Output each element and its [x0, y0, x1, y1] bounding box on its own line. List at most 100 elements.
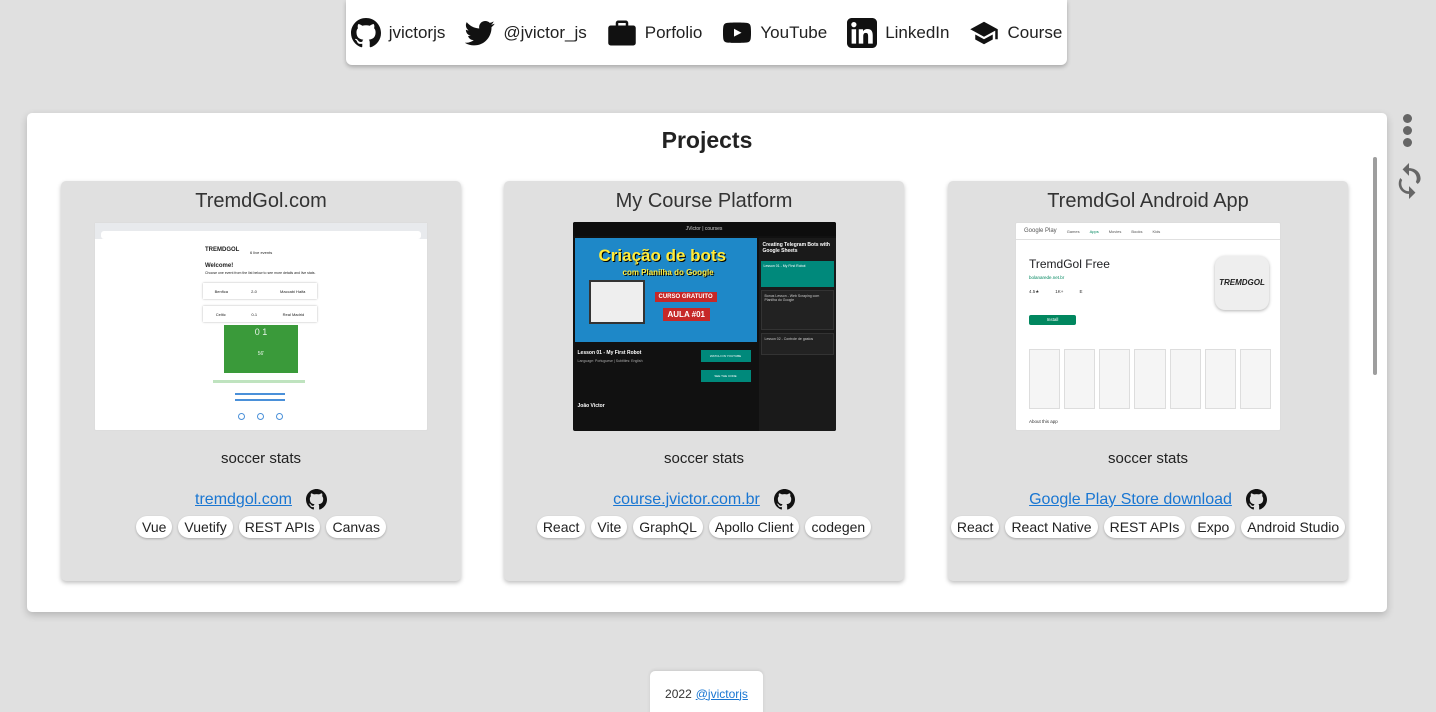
github-icon[interactable]	[773, 489, 795, 510]
thumb-app-stats: 4.5★ 1K+ E	[1029, 289, 1082, 295]
project-screenshot[interactable]: TREMDGOL 6 live events Welcome! Choose o…	[94, 222, 428, 431]
project-card-android-app: TremdGol Android App Google Play Games A…	[948, 181, 1348, 581]
nav-label: jvictorjs	[388, 22, 446, 42]
project-links: Google Play Store download	[948, 489, 1348, 510]
thumb-code-button: SEE THE CODE	[700, 370, 751, 382]
nav-link-youtube[interactable]: YouTube	[722, 18, 827, 48]
browser-addressbar	[101, 231, 421, 239]
thumb-home-team: Celtic	[215, 311, 226, 317]
more-options-icon[interactable]	[1403, 114, 1413, 148]
thumb-install-button: Install	[1029, 315, 1076, 325]
nav-label: @jvictor_js	[503, 22, 587, 42]
thumb-match-row: Celtic 0-1 Real Madrid	[203, 306, 317, 322]
github-icon	[350, 17, 381, 47]
projects-section: Projects TremdGol.com TREMDGOL 6 live ev…	[27, 113, 1387, 612]
tech-chip: Vite	[591, 516, 628, 538]
thumb-banner-line1: Criação de bots	[598, 246, 727, 265]
github-icon[interactable]	[1245, 489, 1267, 510]
thumb-welcome: Welcome!	[205, 263, 234, 269]
browser-scrollbar	[427, 241, 428, 371]
scrollbar[interactable]	[1373, 157, 1377, 375]
thumb-home-team: Benfica	[214, 288, 228, 294]
thumb-youtube-button: WATCH ON YOUTUBE	[700, 350, 751, 362]
project-site-link[interactable]: tremdgol.com	[195, 491, 292, 509]
thumb-screenshots-strip	[1029, 349, 1271, 409]
graduation-cap-icon	[970, 21, 999, 44]
nav-link-linkedin[interactable]: LinkedIn	[847, 17, 950, 48]
footer-year: 2022	[665, 686, 692, 701]
project-description: soccer stats	[1107, 450, 1189, 467]
thumb-pitch: 0 1 56'	[223, 324, 299, 374]
thumb-badge1: CURSO GRATUITO	[654, 292, 717, 302]
github-icon[interactable]	[305, 489, 327, 510]
tech-chip: Vue	[136, 516, 173, 538]
project-links: course.jvictor.com.br	[504, 489, 904, 510]
tech-chip: Expo	[1191, 516, 1236, 538]
thumb-score: 0-1	[251, 311, 258, 317]
thumb-events-label: 6 live events	[250, 250, 273, 255]
tech-chip: React	[950, 516, 1000, 538]
thumb-banner-line2: com Planilha do Google	[622, 268, 714, 277]
thumb-sidebar-lesson: Lesson 02 - Controle de gastos	[760, 333, 834, 355]
project-description: soccer stats	[220, 450, 302, 467]
thumb-store-name: Google Play	[1024, 228, 1057, 234]
project-card-course-platform: My Course Platform JVictor | courses Cri…	[504, 181, 904, 581]
project-site-link[interactable]: course.jvictor.com.br	[613, 491, 760, 509]
footer-handle-link[interactable]: @jvictorjs	[696, 687, 748, 701]
thumb-store-tab: Books	[1131, 228, 1143, 234]
top-nav: jvictorjs @jvictor_js Porfolio YouTube L…	[346, 0, 1067, 65]
thumb-app-logo: TREMDGOL	[1215, 256, 1269, 310]
project-title: TremdGol Android App	[1047, 190, 1249, 212]
footer: 2022 @jvictorjs	[650, 671, 763, 712]
thumb-minute: 56'	[257, 351, 265, 357]
thumb-stat-bar	[213, 380, 305, 383]
thumb-author: João Victor	[577, 403, 605, 409]
thumb-subtitle: Choose one event from the list below to …	[205, 271, 316, 275]
thumb-pitch-score: 0 1	[254, 327, 268, 337]
tech-chips: React React Native REST APIs Expo Androi…	[948, 516, 1348, 538]
sync-icon[interactable]	[1393, 163, 1425, 199]
thumb-lesson-title: Lesson 01 - My First Robot	[577, 350, 642, 356]
thumb-lesson-meta: Language: Portuguese | Subtitles: Englis…	[577, 359, 643, 363]
section-title: Projects	[661, 127, 753, 153]
project-title: My Course Platform	[615, 190, 793, 212]
thumb-video-banner: Criação de bots com Planilha do Google C…	[574, 238, 757, 342]
project-card-tremdgol-web: TremdGol.com TREMDGOL 6 live events Welc…	[61, 181, 461, 581]
thumb-match-row: Benfica 2-0 Maccabi Haifa	[203, 283, 317, 299]
tech-chip: REST APIs	[238, 516, 321, 538]
thumb-sidebar-lesson: Lesson 01 - My First Robot	[760, 261, 834, 287]
thumb-app-name: TremdGol Free	[1029, 257, 1110, 271]
thumb-stat-bar	[235, 393, 285, 395]
project-screenshot[interactable]: Google Play Games Apps Movies Books Kids…	[1015, 222, 1281, 431]
tech-chip: Android Studio	[1241, 516, 1346, 538]
tech-chip: codegen	[805, 516, 872, 538]
nav-label: LinkedIn	[885, 22, 950, 42]
tech-chip: Apollo Client	[708, 516, 800, 538]
thumb-sidebar: Creating Telegram Bots with Google Sheet…	[758, 238, 836, 431]
project-screenshot[interactable]: JVictor | courses Criação de bots com Pl…	[572, 222, 836, 431]
thumb-brand: JVictor | courses	[572, 222, 836, 236]
nav-link-portfolio[interactable]: Porfolio	[607, 18, 703, 48]
nav-label: Porfolio	[644, 22, 703, 42]
thumb-score: 2-0	[251, 288, 257, 294]
thumb-away-team: Maccabi Haifa	[280, 288, 306, 294]
thumb-about: About this app	[1029, 419, 1058, 424]
youtube-icon	[723, 22, 752, 43]
nav-label: YouTube	[760, 22, 828, 42]
linkedin-icon	[847, 17, 878, 48]
nav-link-twitter[interactable]: @jvictor_js	[465, 18, 587, 48]
thumb-stat: 1K+	[1055, 289, 1064, 294]
nav-label: Course	[1007, 22, 1063, 42]
project-description: soccer stats	[663, 450, 745, 467]
thumb-developer: bolanarede.net.br	[1029, 275, 1065, 280]
tech-chips: Vue Vuetify REST APIs Canvas	[61, 516, 461, 538]
nav-link-github[interactable]: jvictorjs	[350, 17, 446, 48]
tech-chips: React Vite GraphQL Apollo Client codegen	[504, 516, 904, 538]
project-site-link[interactable]: Google Play Store download	[1029, 491, 1232, 509]
thumb-lesson-info: Lesson 01 - My First Robot Language: Por…	[578, 350, 698, 409]
thumb-store-tab: Kids	[1152, 228, 1161, 234]
nav-link-course[interactable]: Course	[969, 18, 1062, 48]
tech-chip: Vuetify	[178, 516, 233, 538]
thumb-store-tab: Apps	[1089, 228, 1099, 234]
thumb-store-tab: Games	[1066, 228, 1080, 234]
